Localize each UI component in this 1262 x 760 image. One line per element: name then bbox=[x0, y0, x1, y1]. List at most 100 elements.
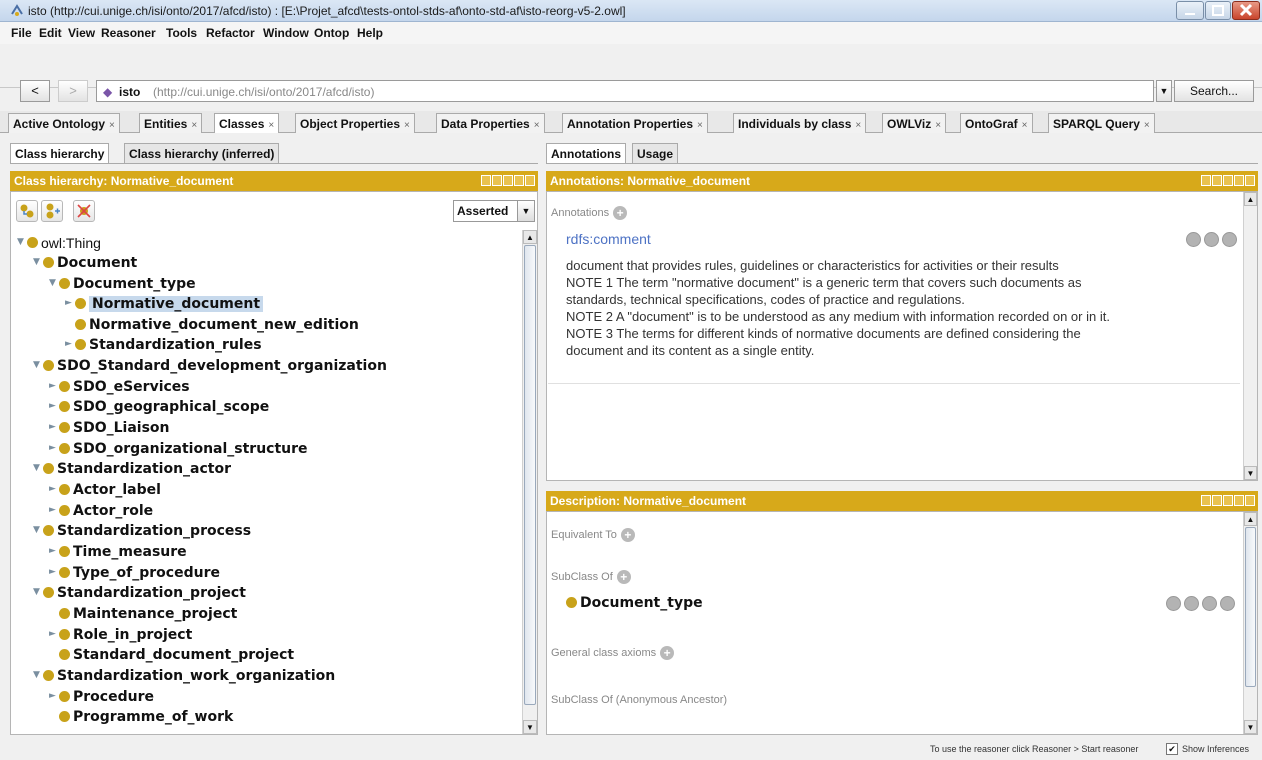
float-icon[interactable] bbox=[1234, 495, 1244, 506]
split-icon[interactable] bbox=[503, 175, 513, 186]
menu-view[interactable]: View bbox=[68, 26, 95, 40]
annotation-delete-icon[interactable] bbox=[1204, 232, 1219, 247]
close-tab-icon[interactable]: × bbox=[855, 120, 861, 131]
close-tab-icon[interactable]: × bbox=[697, 120, 703, 131]
expand-toggle-icon[interactable]: ▼ bbox=[33, 257, 43, 267]
close-view-icon[interactable] bbox=[1245, 175, 1255, 186]
expand-toggle-icon[interactable]: ► bbox=[49, 422, 59, 432]
menu-file[interactable]: File bbox=[11, 26, 32, 40]
close-tab-icon[interactable]: × bbox=[534, 120, 540, 131]
menu-reasoner[interactable]: Reasoner bbox=[101, 26, 156, 40]
add-axiom-icon[interactable]: + bbox=[660, 646, 675, 660]
expand-toggle-icon[interactable]: ► bbox=[65, 339, 75, 349]
expand-toggle-icon[interactable]: ► bbox=[49, 505, 59, 515]
expand-toggle-icon[interactable]: ► bbox=[49, 401, 59, 411]
float-icon[interactable] bbox=[1234, 175, 1244, 186]
expand-toggle-icon[interactable]: ► bbox=[49, 381, 59, 391]
hierarchy-mode-dropdown[interactable]: ▼ bbox=[517, 200, 535, 222]
scroll-down-arrow-icon[interactable]: ▼ bbox=[1244, 720, 1257, 734]
close-tab-icon[interactable]: × bbox=[191, 120, 197, 131]
scroll-up-arrow-icon[interactable]: ▲ bbox=[1244, 192, 1257, 206]
menu-edit[interactable]: Edit bbox=[39, 26, 62, 40]
expand-toggle-icon[interactable]: ► bbox=[49, 484, 59, 494]
show-inferences-checkbox[interactable]: ✔ bbox=[1166, 743, 1178, 755]
close-tab-icon[interactable]: × bbox=[109, 120, 115, 131]
add-superclass-icon[interactable]: + bbox=[616, 570, 631, 584]
tab-ontograf[interactable]: OntoGraf × bbox=[960, 113, 1033, 133]
float-icon[interactable] bbox=[514, 175, 524, 186]
delete-icon[interactable] bbox=[1202, 596, 1217, 611]
close-button[interactable] bbox=[1232, 1, 1260, 20]
tab-individuals-by-class[interactable]: Individuals by class × bbox=[733, 113, 867, 133]
expand-toggle-icon[interactable]: ► bbox=[49, 691, 59, 701]
expand-toggle-icon[interactable]: ► bbox=[49, 567, 59, 577]
subtab-usage[interactable]: Usage bbox=[632, 143, 679, 163]
help-icon[interactable] bbox=[481, 175, 491, 186]
expand-toggle-icon[interactable]: ► bbox=[49, 443, 59, 453]
expand-toggle-icon[interactable]: ► bbox=[49, 546, 59, 556]
scroll-down-arrow-icon[interactable]: ▼ bbox=[1244, 466, 1257, 480]
expand-toggle-icon[interactable]: ▼ bbox=[17, 237, 27, 247]
split-icon[interactable] bbox=[1223, 495, 1233, 506]
close-tab-icon[interactable]: × bbox=[268, 120, 274, 131]
subtab-annotations[interactable]: Annotations bbox=[546, 143, 626, 163]
close-view-icon[interactable] bbox=[1245, 495, 1255, 506]
expand-toggle-icon[interactable]: ▼ bbox=[33, 587, 43, 597]
close-tab-icon[interactable]: × bbox=[1022, 120, 1028, 131]
uri-dropdown-button[interactable]: ▼ bbox=[1156, 80, 1172, 102]
menu-tools[interactable]: Tools bbox=[166, 26, 197, 40]
close-tab-icon[interactable]: × bbox=[1144, 120, 1150, 131]
scroll-down-arrow-icon[interactable]: ▼ bbox=[523, 720, 537, 734]
annotation-property[interactable]: rdfs:comment bbox=[566, 231, 651, 247]
add-equivalent-icon[interactable]: + bbox=[620, 528, 635, 542]
close-tab-icon[interactable]: × bbox=[404, 120, 410, 131]
close-tab-icon[interactable]: × bbox=[935, 120, 941, 131]
ontology-uri-field[interactable]: ◆ isto (http://cui.unige.ch/isi/onto/201… bbox=[96, 80, 1154, 102]
pin-icon[interactable] bbox=[1212, 175, 1222, 186]
add-sibling-button[interactable] bbox=[41, 200, 63, 222]
menu-help[interactable]: Help bbox=[357, 26, 383, 40]
tab-annotation-properties[interactable]: Annotation Properties × bbox=[562, 113, 708, 133]
hierarchy-mode-select[interactable]: Asserted bbox=[453, 200, 521, 222]
expand-toggle-icon[interactable]: ▼ bbox=[33, 670, 43, 680]
annotation-help-icon[interactable] bbox=[1186, 232, 1201, 247]
expand-toggle-icon[interactable]: ▼ bbox=[33, 525, 43, 535]
expand-toggle-icon[interactable]: ► bbox=[65, 298, 75, 308]
maximize-button[interactable] bbox=[1205, 1, 1231, 20]
subtab-class-hierarchy[interactable]: Class hierarchy bbox=[10, 143, 110, 163]
menu-refactor[interactable]: Refactor bbox=[206, 26, 255, 40]
subtab-class-hierarchy-inferred[interactable]: Class hierarchy (inferred) bbox=[124, 143, 280, 163]
delete-class-button[interactable] bbox=[73, 200, 95, 222]
pin-icon[interactable] bbox=[492, 175, 502, 186]
scroll-thumb[interactable] bbox=[1245, 527, 1256, 687]
tab-classes[interactable]: Classes × bbox=[214, 113, 280, 133]
explain-icon[interactable] bbox=[1166, 596, 1181, 611]
tab-data-properties[interactable]: Data Properties × bbox=[436, 113, 545, 133]
pin-icon[interactable] bbox=[1212, 495, 1222, 506]
help-icon[interactable] bbox=[1201, 495, 1211, 506]
edit-icon[interactable] bbox=[1220, 596, 1235, 611]
back-button[interactable]: < bbox=[20, 80, 50, 102]
description-scrollbar[interactable]: ▲ ▼ bbox=[1243, 512, 1257, 734]
add-annotation-icon[interactable]: + bbox=[613, 206, 628, 220]
help-icon[interactable] bbox=[1201, 175, 1211, 186]
scroll-up-arrow-icon[interactable]: ▲ bbox=[1244, 512, 1257, 526]
expand-toggle-icon[interactable]: ▼ bbox=[33, 463, 43, 473]
scroll-up-arrow-icon[interactable]: ▲ bbox=[523, 230, 537, 244]
expand-toggle-icon[interactable]: ▼ bbox=[49, 278, 59, 288]
search-button[interactable]: Search... bbox=[1174, 80, 1254, 102]
tab-entities[interactable]: Entities × bbox=[139, 113, 203, 133]
split-icon[interactable] bbox=[1223, 175, 1233, 186]
tab-active-ontology[interactable]: Active Ontology × bbox=[8, 113, 120, 133]
tab-owlviz[interactable]: OWLViz × bbox=[882, 113, 947, 133]
expand-toggle-icon[interactable]: ▼ bbox=[33, 360, 43, 370]
menu-window[interactable]: Window bbox=[263, 26, 309, 40]
forward-button[interactable]: > bbox=[58, 80, 88, 102]
close-view-icon[interactable] bbox=[525, 175, 535, 186]
expand-toggle-icon[interactable]: ► bbox=[49, 629, 59, 639]
annotation-edit-icon[interactable] bbox=[1222, 232, 1237, 247]
class-tree-scrollbar[interactable]: ▲ ▼ bbox=[522, 230, 537, 734]
tab-sparql-query[interactable]: SPARQL Query × bbox=[1048, 113, 1155, 133]
tab-object-properties[interactable]: Object Properties × bbox=[295, 113, 415, 133]
annotations-scrollbar[interactable]: ▲ ▼ bbox=[1243, 192, 1257, 480]
